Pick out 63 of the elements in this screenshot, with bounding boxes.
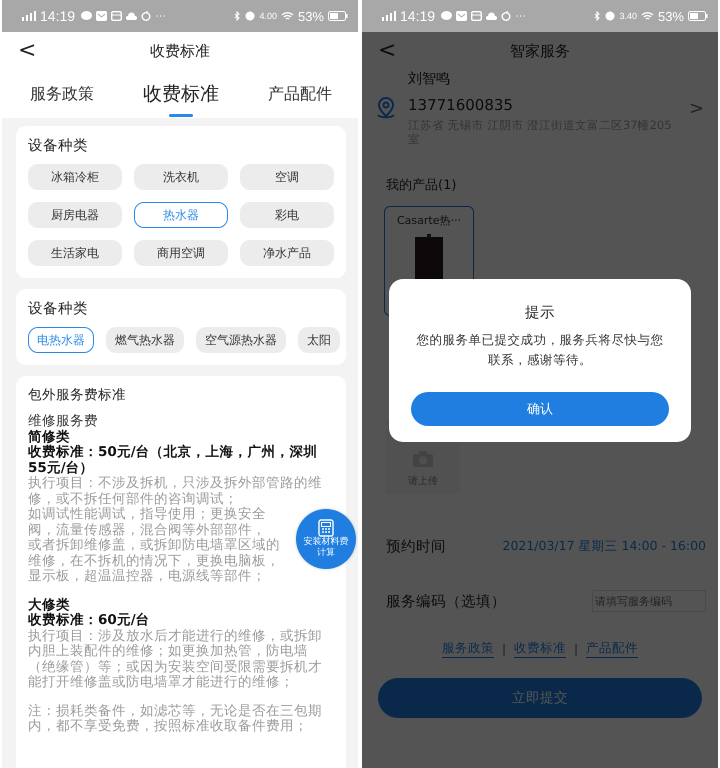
dialog-message: 您的服务单已提交成功，服务兵将尽快与您联系，感谢等待。 bbox=[416, 331, 664, 369]
battery-percent: 53% bbox=[658, 8, 684, 24]
category-chip[interactable]: 彩电 bbox=[240, 202, 334, 228]
fee-text: 收费标准：60元/台 bbox=[28, 613, 151, 628]
bluetooth-icon bbox=[234, 11, 242, 21]
link-separator: | bbox=[502, 642, 506, 656]
products-title: 我的产品(1) bbox=[386, 177, 458, 194]
battery-percent: 53% bbox=[298, 8, 324, 24]
status-time: 14:19 bbox=[400, 8, 436, 24]
category-chip[interactable]: 电热水器 bbox=[28, 327, 94, 353]
wifi-icon bbox=[640, 11, 654, 21]
fee-text: 收费标准：50元/台（北京，上海，广州，深圳55元/台） bbox=[28, 445, 319, 476]
more-notifications: ··· bbox=[155, 10, 166, 22]
fee-text: 或者拆卸维修盖，或拆卸防电墙罩区域的维修，在不拆机的情况下，更换电脑板，显示板，超温温控器，电源线等部件； bbox=[28, 538, 281, 584]
appointment-label: 预约时间 bbox=[386, 538, 446, 556]
link-separator: | bbox=[574, 642, 578, 656]
fee-text: 简修类 bbox=[28, 430, 71, 444]
calculator-icon bbox=[317, 519, 335, 537]
service-code-label: 服务编码（选填） bbox=[386, 592, 506, 610]
status-time: 14:19 bbox=[40, 8, 76, 24]
back-button[interactable]: < bbox=[18, 38, 36, 63]
tab[interactable]: 服务政策 bbox=[30, 76, 94, 112]
phone-number: 13771600835 bbox=[408, 96, 514, 114]
bluetooth-icon bbox=[594, 11, 602, 21]
tab[interactable]: 产品配件 bbox=[268, 76, 332, 112]
page-title: 智家服务 bbox=[510, 42, 570, 60]
category-chip[interactable]: 冰箱冷柜 bbox=[28, 164, 122, 190]
network-speed: 3.40 bbox=[619, 11, 637, 21]
category-chip[interactable]: 空调 bbox=[240, 164, 334, 190]
contact-name: 刘智鸣 bbox=[408, 70, 451, 88]
category-chip[interactable]: 洗衣机 bbox=[134, 164, 228, 190]
category-chip[interactable]: 太阳 bbox=[298, 327, 340, 353]
more-notifications: ··· bbox=[515, 10, 526, 22]
category-chip[interactable]: 空气源热水器 bbox=[196, 327, 286, 353]
cloud-icon bbox=[126, 12, 138, 20]
category-chip[interactable]: 热水器 bbox=[134, 202, 228, 228]
cloud-icon bbox=[486, 12, 498, 20]
tab[interactable]: 收费标准 bbox=[143, 73, 219, 115]
category-chip[interactable]: 净水产品 bbox=[240, 240, 334, 266]
page-title: 收费标准 bbox=[150, 42, 210, 60]
battery-icon bbox=[328, 11, 348, 21]
product-name: Casarte热··· bbox=[397, 213, 461, 228]
fee-text: 维修服务费 bbox=[28, 414, 99, 430]
signal-icon bbox=[22, 11, 36, 21]
section-title: 包外服务费标准 bbox=[28, 386, 127, 404]
confirm-button[interactable]: 确认 bbox=[411, 392, 669, 426]
category-chip[interactable]: 燃气热水器 bbox=[106, 327, 184, 353]
category-chip[interactable]: 生活家电 bbox=[28, 240, 122, 266]
wifi-icon bbox=[280, 11, 294, 21]
fee-text: 如调试性能调试，指导使用；更换安全阀，流量传感器，混合阀等外部部件， bbox=[28, 507, 267, 538]
section-title: 设备种类 bbox=[28, 137, 89, 155]
network-speed: 4.00 bbox=[259, 11, 277, 21]
category-chip[interactable]: 厨房电器 bbox=[28, 202, 122, 228]
signal-icon bbox=[382, 11, 396, 21]
category-chip[interactable]: 商用空调 bbox=[134, 240, 228, 266]
fee-text: 注：损耗类备件，如滤芯等，无论是否在三包期内，都不享受免费，按照标准收取备件费用； bbox=[28, 704, 323, 734]
fee-text: 大修类 bbox=[28, 598, 71, 612]
section-title: 设备种类 bbox=[28, 300, 89, 318]
battery-icon bbox=[688, 11, 708, 21]
calculator-button[interactable]: 安装材料费计算 bbox=[296, 509, 356, 569]
fee-text: 执行项目：不涉及拆机，只涉及拆外部管路的维修，或不拆任何部件的咨询调试； bbox=[28, 476, 323, 506]
fee-text: 执行项目：涉及放水后才能进行的维修，或拆卸内胆上装配件的维修；如更换加热管，防电墙（绝缘管）等；或因为安装空间受限需要拆机才能打开维修盖或防电墙罩才能进行的维修； bbox=[28, 628, 323, 690]
dialog-title: 提示 bbox=[525, 304, 555, 322]
